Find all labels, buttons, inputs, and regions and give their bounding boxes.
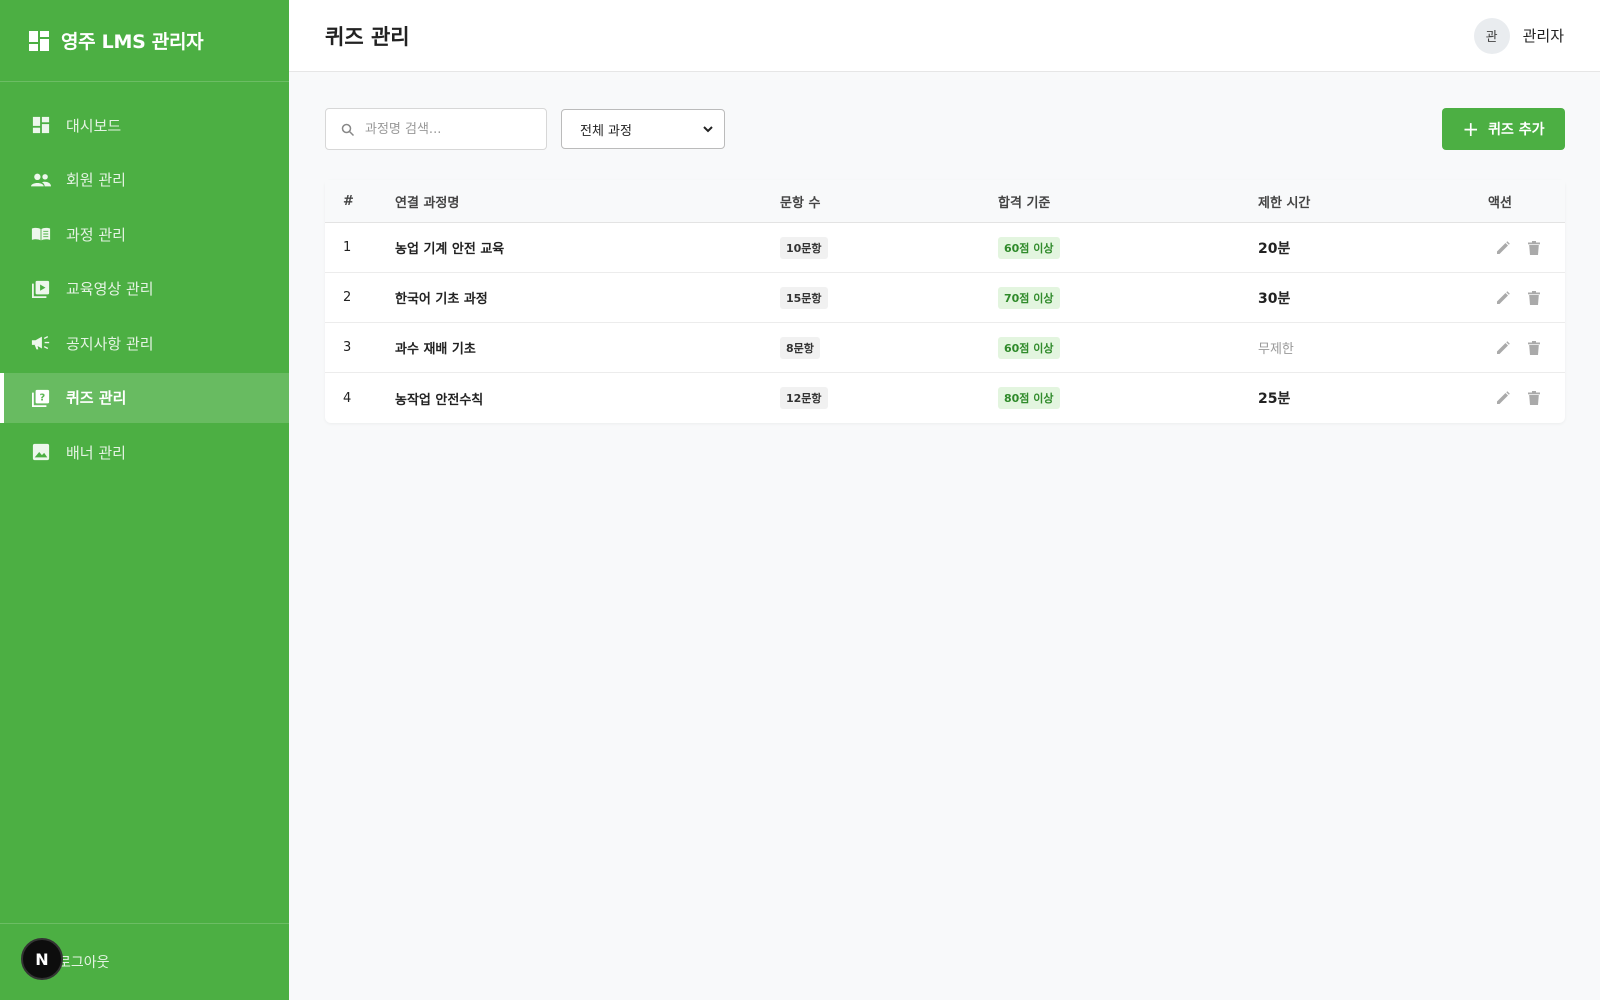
row-number: 2 xyxy=(343,290,352,305)
add-quiz-button[interactable]: + 퀴즈 추가 xyxy=(1442,108,1565,150)
course-name: 농업 기계 안전 교육 xyxy=(395,242,505,257)
add-quiz-label: 퀴즈 추가 xyxy=(1488,122,1545,138)
video-library-icon xyxy=(31,279,51,299)
column-header-time: 제한 시간 xyxy=(1258,195,1311,211)
svg-text:?: ? xyxy=(39,392,45,403)
table-header: # 연결 과정명 문항 수 합격 기준 제한 시간 액션 xyxy=(325,180,1565,223)
time-limit: 30분 xyxy=(1258,290,1291,307)
pass-criteria-badge: 60점 이상 xyxy=(998,336,1060,359)
sidebar-item-label: 대시보드 xyxy=(66,116,122,135)
sidebar-item-label: 공지사항 관리 xyxy=(66,334,154,353)
sidebar-item-label: 과정 관리 xyxy=(66,225,126,244)
plus-icon: + xyxy=(1462,117,1480,141)
pass-criteria-badge: 70점 이상 xyxy=(998,286,1060,309)
sidebar-nav: 대시보드 회원 관리 과정 관리 교육영상 관리 공지사항 관리 ? 퀴즈 관리… xyxy=(0,100,289,477)
sidebar-item-label: 퀴즈 관리 xyxy=(66,389,127,407)
search-box[interactable] xyxy=(325,108,547,150)
pass-criteria-badge: 60점 이상 xyxy=(998,236,1060,259)
delete-icon[interactable] xyxy=(1524,288,1544,308)
logout-label: 로그아웃 xyxy=(58,955,110,971)
course-filter-value: 전체 과정 xyxy=(580,123,632,139)
sidebar-item-courses[interactable]: 과정 관리 xyxy=(0,209,289,259)
sidebar-item-label: 교육영상 관리 xyxy=(66,280,154,298)
edit-icon[interactable] xyxy=(1493,338,1513,358)
course-name: 과수 재배 기초 xyxy=(395,342,476,357)
question-count-badge: 12문항 xyxy=(780,387,828,409)
sidebar: 영주 LMS 관리자 대시보드 회원 관리 과정 관리 교육영상 관리 공지사항… xyxy=(0,0,289,1000)
row-number: 1 xyxy=(343,240,352,255)
image-icon xyxy=(31,442,51,462)
search-icon xyxy=(341,122,355,137)
question-count-badge: 8문항 xyxy=(780,336,820,359)
quiz-icon: ? xyxy=(31,388,51,408)
course-filter-select[interactable]: 전체 과정 xyxy=(561,109,725,149)
sidebar-item-label: 회원 관리 xyxy=(66,171,126,189)
dev-indicator-badge[interactable]: N xyxy=(21,938,63,980)
sidebar-item-dashboard[interactable]: 대시보드 xyxy=(0,100,289,150)
app-title: 영주 LMS 관리자 xyxy=(61,31,204,53)
book-icon xyxy=(31,224,51,244)
user-name: 관리자 xyxy=(1522,27,1564,45)
edit-icon[interactable] xyxy=(1493,288,1513,308)
column-header-pass: 합격 기준 xyxy=(998,195,1051,211)
sidebar-item-members[interactable]: 회원 관리 xyxy=(0,155,289,205)
row-number: 4 xyxy=(343,390,352,406)
time-limit: 무제한 xyxy=(1258,342,1294,357)
main-content: 전체 과정 + 퀴즈 추가 # 연결 과정명 문항 수 합격 기준 제한 시간 … xyxy=(325,108,1565,423)
table-row: 2 한국어 기초 과정 15문항 70점 이상 30분 xyxy=(325,273,1565,323)
sidebar-item-label: 배너 관리 xyxy=(66,443,126,462)
question-count-badge: 15문항 xyxy=(780,286,828,309)
user-menu[interactable]: 관 관리자 xyxy=(1473,17,1564,54)
column-header-course: 연결 과정명 xyxy=(395,195,460,211)
course-name: 한국어 기초 과정 xyxy=(395,292,488,307)
time-limit: 25분 xyxy=(1258,391,1291,407)
edit-icon[interactable] xyxy=(1493,388,1513,408)
dashboard-icon xyxy=(29,30,49,51)
megaphone-icon xyxy=(31,333,51,353)
chevron-down-icon xyxy=(702,123,714,135)
sidebar-item-notices[interactable]: 공지사항 관리 xyxy=(0,318,289,368)
avatar: 관 xyxy=(1473,17,1510,54)
people-icon xyxy=(31,170,51,190)
table-row: 4 농작업 안전수칙 12문항 80점 이상 25분 xyxy=(325,373,1565,423)
dashboard-icon xyxy=(31,115,51,135)
sidebar-item-quiz[interactable]: ? 퀴즈 관리 xyxy=(0,372,289,423)
page-title: 퀴즈 관리 xyxy=(325,24,410,49)
question-count-badge: 10문항 xyxy=(780,236,828,259)
course-name: 농작업 안전수칙 xyxy=(395,392,484,408)
toolbar: 전체 과정 + 퀴즈 추가 xyxy=(325,108,1565,150)
logout-button[interactable]: 로그아웃 N xyxy=(0,923,289,1000)
delete-icon[interactable] xyxy=(1524,338,1544,358)
sidebar-item-banners[interactable]: 배너 관리 xyxy=(0,427,289,477)
pass-criteria-badge: 80점 이상 xyxy=(998,387,1060,409)
sidebar-item-videos[interactable]: 교육영상 관리 xyxy=(0,264,289,314)
row-number: 3 xyxy=(343,340,352,355)
delete-icon[interactable] xyxy=(1524,388,1544,408)
delete-icon[interactable] xyxy=(1524,238,1544,258)
edit-icon[interactable] xyxy=(1493,238,1513,258)
time-limit: 20분 xyxy=(1258,240,1291,257)
column-header-actions: 액션 xyxy=(1488,195,1512,211)
table-row: 1 농업 기계 안전 교육 10문항 60점 이상 20분 xyxy=(325,223,1565,273)
quiz-table: # 연결 과정명 문항 수 합격 기준 제한 시간 액션 1 농업 기계 안전 교… xyxy=(325,180,1565,423)
top-header: 퀴즈 관리 관 관리자 xyxy=(289,0,1600,72)
table-row: 3 과수 재배 기초 8문항 60점 이상 무제한 xyxy=(325,323,1565,373)
brand[interactable]: 영주 LMS 관리자 xyxy=(0,0,289,82)
column-header-number: # xyxy=(343,193,354,209)
column-header-count: 문항 수 xyxy=(780,195,821,211)
search-input[interactable] xyxy=(365,121,535,137)
